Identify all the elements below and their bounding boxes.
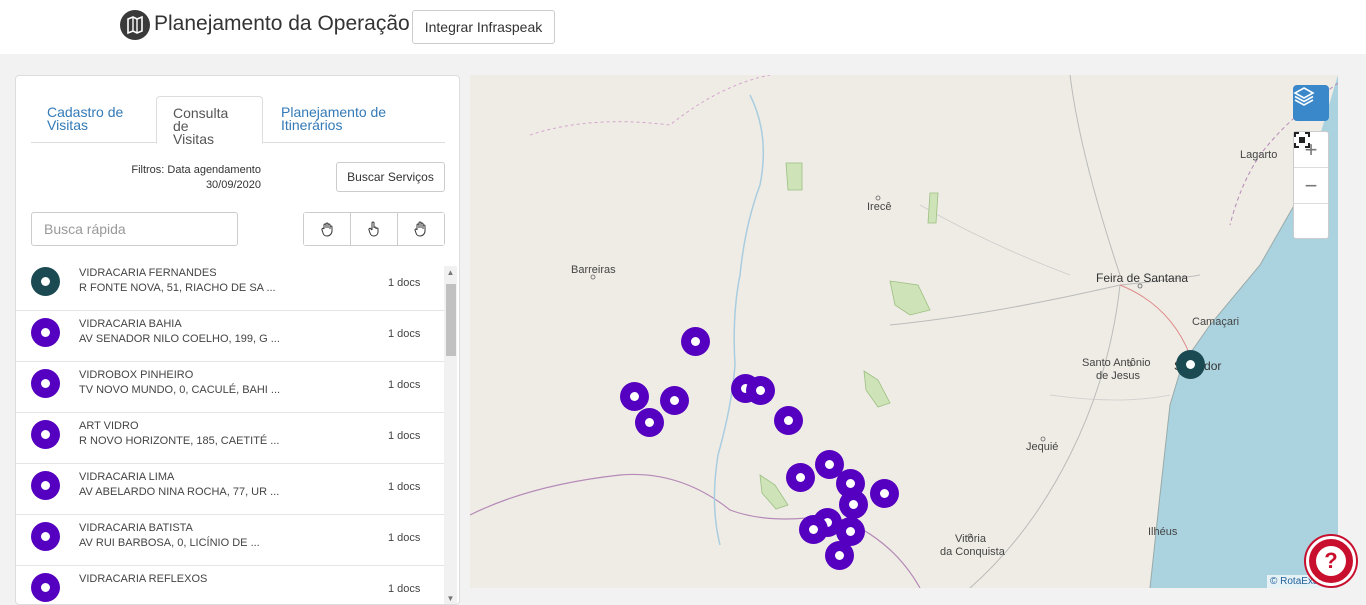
visit-docs: 1 docs [388, 430, 421, 442]
map-pin[interactable] [620, 382, 649, 411]
layers-icon [1293, 87, 1315, 106]
location-marker-icon [31, 420, 60, 449]
help-button[interactable]: ? [1306, 536, 1356, 586]
page-title: Planejamento da Operação [154, 12, 410, 35]
map-pin[interactable] [660, 386, 689, 415]
map-label-ilheus: Ilhéus [1148, 526, 1178, 538]
location-marker-icon [31, 318, 60, 347]
tabs: Cadastro de Visitas Consulta de Visitas … [31, 96, 445, 147]
filters-label: Filtros: Data agendamento [131, 164, 261, 176]
list-item[interactable]: VIDRACARIA FERNANDES R FONTE NOVA, 51, R… [16, 260, 444, 311]
map-pin[interactable] [799, 515, 828, 544]
visit-address: AV ABELARDO NINA ROCHA, 77, UR ... [79, 486, 280, 498]
tab-consulta-visitas[interactable]: Consulta de Visitas [156, 96, 263, 147]
map-pin[interactable] [681, 327, 710, 356]
list-item[interactable]: ART VIDRO R NOVO HORIZONTE, 185, CAETITÉ… [16, 413, 444, 464]
location-marker-icon [31, 471, 60, 500]
map-label-lagarto: Lagarto [1240, 149, 1278, 161]
tab-label: Itinerários [281, 117, 343, 133]
list-item[interactable]: VIDROBOX PINHEIRO TV NOVO MUNDO, 0, CACU… [16, 362, 444, 413]
visit-name: ART VIDRO [79, 420, 139, 432]
visit-docs: 1 docs [388, 583, 421, 595]
buscar-servicos-button[interactable]: Buscar Serviços [336, 162, 445, 192]
visit-name: VIDRACARIA LIMA [79, 471, 175, 483]
tab-label: Visitas [173, 131, 214, 147]
map-pin-selected[interactable] [1176, 350, 1205, 379]
integrar-infraspeak-button[interactable]: Integrar Infraspeak [412, 10, 555, 44]
map-pin[interactable] [825, 541, 854, 570]
visit-docs: 1 docs [388, 481, 421, 493]
map-view[interactable]: Lagarto Irecê Barreiras Feira de Santana… [470, 75, 1338, 588]
visit-address: AV RUI BARBOSA, 0, LICÍNIO DE ... [79, 537, 260, 549]
visit-address: AV SENADOR NILO COELHO, 199, G ... [79, 333, 280, 345]
hand-grab-icon [321, 222, 333, 237]
top-bar: Planejamento da Operação Integrar Infras… [0, 0, 1366, 54]
visit-address: TV NOVO MUNDO, 0, CACULÉ, BAHI ... [79, 384, 281, 396]
map-label-irece: Irecê [867, 201, 892, 213]
scroll-thumb[interactable] [446, 284, 456, 356]
visit-address: R FONTE NOVA, 51, RIACHO DE SA ... [79, 282, 276, 294]
visit-docs: 1 docs [388, 532, 421, 544]
fit-bounds-icon [1294, 132, 1310, 148]
map-label-santo-antonio: Santo Antônio [1082, 357, 1151, 369]
location-marker-icon [31, 522, 60, 551]
visit-docs: 1 docs [388, 328, 421, 340]
map-pin[interactable] [746, 376, 775, 405]
map-pin[interactable] [635, 408, 664, 437]
filters-summary: Filtros: Data agendamento 30/09/2020 [116, 163, 261, 193]
map-book-icon [120, 10, 150, 40]
hand-point-button[interactable] [351, 213, 398, 245]
visit-name: VIDRACARIA REFLEXOS [79, 573, 208, 585]
list-scrollbar[interactable]: ▲ ▼ [444, 266, 457, 604]
tab-label: Consulta de [173, 105, 229, 134]
location-marker-icon [31, 267, 60, 296]
map-pin[interactable] [786, 463, 815, 492]
visit-name: VIDROBOX PINHEIRO [79, 369, 194, 381]
zoom-controls: + − [1293, 131, 1329, 239]
tab-planejamento-itinerarios[interactable]: Planejamento de Itinerários [265, 96, 425, 143]
map-pin[interactable] [870, 479, 899, 508]
list-item[interactable]: VIDRACARIA BAHIA AV SENADOR NILO COELHO,… [16, 311, 444, 362]
visit-name: VIDRACARIA FERNANDES [79, 267, 217, 279]
hand-pointer-icon [368, 221, 379, 237]
visit-docs: 1 docs [388, 277, 421, 289]
map-label-jequie: Jequié [1026, 441, 1059, 453]
map-pin[interactable] [774, 406, 803, 435]
question-icon: ? [1316, 546, 1346, 576]
list-item[interactable]: VIDRACARIA LIMA AV ABELARDO NINA ROCHA, … [16, 464, 444, 515]
scroll-down-icon[interactable]: ▼ [444, 592, 457, 604]
scroll-up-icon[interactable]: ▲ [444, 266, 457, 280]
search-input[interactable] [31, 212, 238, 246]
visit-name: VIDRACARIA BATISTA [79, 522, 193, 534]
map-label-feira-de-santana: Feira de Santana [1096, 271, 1189, 285]
layers-button[interactable] [1293, 85, 1329, 121]
location-marker-icon [31, 369, 60, 398]
hand-open-icon [414, 221, 426, 237]
tab-cadastro-visitas[interactable]: Cadastro de Visitas [31, 96, 141, 143]
left-panel: Cadastro de Visitas Consulta de Visitas … [15, 75, 460, 605]
visit-name: VIDRACARIA BAHIA [79, 318, 182, 330]
list-item[interactable]: VIDRACARIA REFLEXOS 1 docs [16, 566, 444, 604]
hand-grab-button[interactable] [304, 213, 351, 245]
list-item[interactable]: VIDRACARIA BATISTA AV RUI BARBOSA, 0, LI… [16, 515, 444, 566]
hand-open-button[interactable] [398, 213, 444, 245]
visit-docs: 1 docs [388, 379, 421, 391]
map-label-barreiras: Barreiras [571, 264, 616, 276]
visit-address: R NOVO HORIZONTE, 185, CAETITÉ ... [79, 435, 280, 447]
zoom-out-button[interactable]: − [1294, 168, 1328, 204]
hand-tool-group [303, 212, 445, 246]
map-pin[interactable] [839, 490, 868, 519]
tab-label: Visitas [47, 117, 88, 133]
map-label-vitoria-2: da Conquista [940, 546, 1005, 558]
map-label-santo-antonio-2: de Jesus [1096, 370, 1141, 382]
map-label-vitoria: Vitória [955, 533, 986, 545]
map-base [470, 75, 1338, 588]
filters-date: 30/09/2020 [205, 179, 261, 191]
fit-bounds-button[interactable] [1294, 132, 1328, 240]
map-label-camacari: Camaçari [1192, 316, 1240, 328]
visit-list: VIDRACARIA FERNANDES R FONTE NOVA, 51, R… [16, 260, 444, 604]
